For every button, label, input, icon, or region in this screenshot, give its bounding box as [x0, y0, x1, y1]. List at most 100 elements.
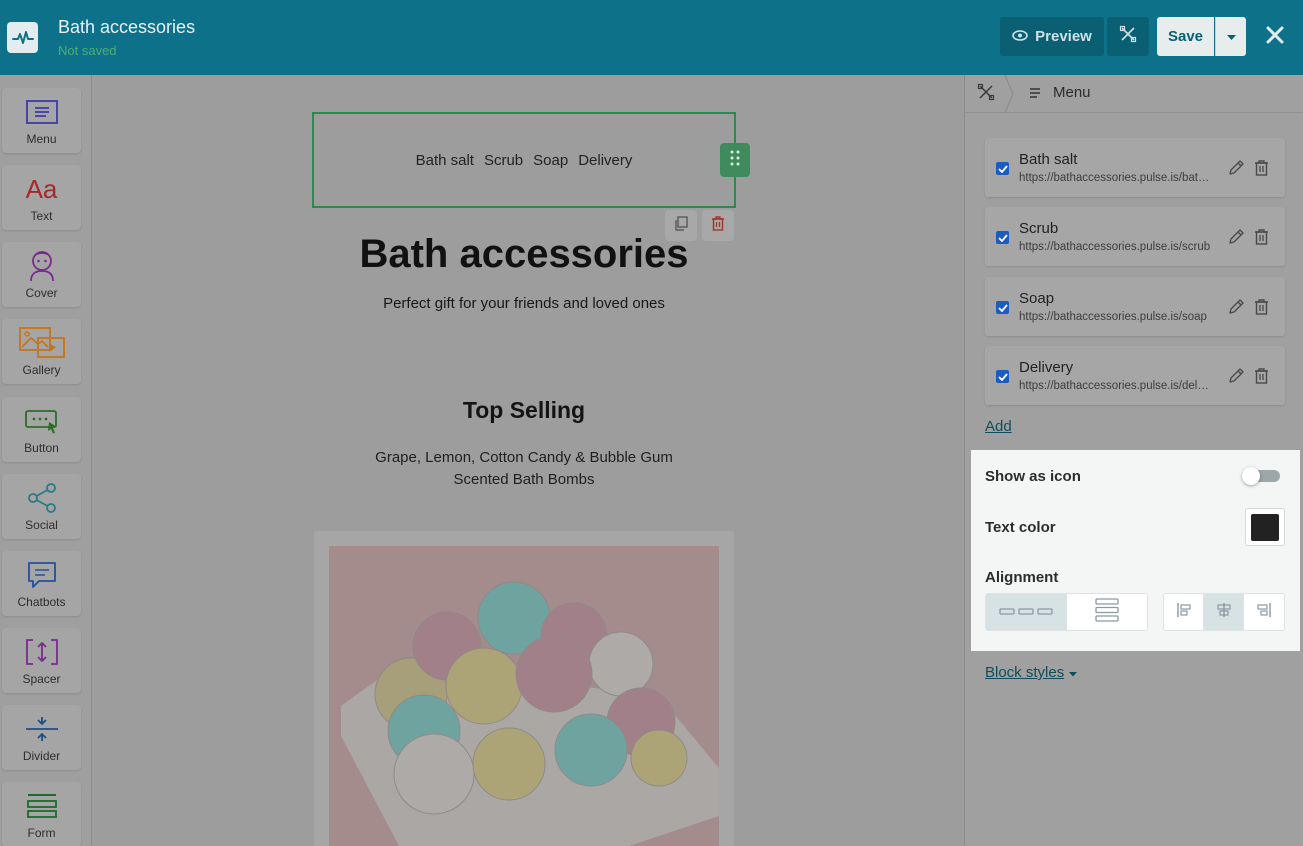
add-menu-item-link[interactable]: Add — [985, 418, 1012, 435]
horizontal-layout-icon — [999, 603, 1053, 621]
text-color-label: Text color — [985, 519, 1056, 536]
block-social-label: Social — [25, 518, 58, 532]
block-styles-label: Block styles — [985, 664, 1065, 681]
block-menu[interactable]: Menu — [2, 88, 81, 153]
save-button[interactable]: Save — [1157, 17, 1214, 56]
preview-button[interactable]: Preview — [1000, 17, 1104, 56]
block-form[interactable]: Form — [2, 782, 81, 846]
item-visible-checkbox[interactable] — [996, 301, 1009, 314]
block-social[interactable]: Social — [2, 474, 81, 539]
item-url: https://bathaccessories.pulse.is/scrub — [1019, 241, 1211, 253]
text-icon: Aa — [25, 173, 58, 204]
social-icon — [2, 482, 81, 514]
grip-dots-icon — [730, 150, 740, 171]
trash-icon[interactable] — [1253, 159, 1270, 176]
page-title: Bath accessories — [58, 17, 196, 37]
item-name: Delivery — [1019, 359, 1074, 376]
pencil-icon[interactable] — [1228, 298, 1245, 315]
align-left-button[interactable] — [1163, 593, 1204, 631]
item-visible-checkbox[interactable] — [996, 231, 1009, 244]
pencil-icon[interactable] — [1228, 159, 1245, 176]
align-center-button[interactable] — [1203, 593, 1244, 631]
menu-item-row: Bath salt https://bathaccessories.pulse.… — [985, 138, 1285, 197]
block-cover-label: Cover — [25, 286, 58, 300]
item-name: Scrub — [1019, 220, 1059, 237]
block-form-label: Form — [27, 826, 56, 840]
ruler-pencil-icon — [977, 83, 995, 106]
menu-block-selected[interactable]: Bath salt Scrub Soap Delivery — [312, 112, 736, 208]
preview-label: Preview — [1035, 28, 1092, 45]
block-cover[interactable]: Cover — [2, 242, 81, 307]
close-button[interactable] — [1260, 22, 1290, 52]
section-description-line: Grape, Lemon, Cotton Candy & Bubble Gum — [375, 449, 673, 466]
block-chatbots[interactable]: Chatbots — [2, 551, 81, 616]
block-text-label: Text — [30, 209, 53, 223]
item-name: Bath salt — [1019, 151, 1078, 168]
menu-item-row: Scrub https://bathaccessories.pulse.is/s… — [985, 207, 1285, 266]
text-color-picker[interactable] — [1245, 508, 1285, 546]
design-tools-button[interactable] — [1107, 17, 1149, 56]
block-spacer[interactable]: Spacer — [2, 628, 81, 693]
menu-link[interactable]: Scrub — [484, 152, 523, 169]
menu-link[interactable]: Bath salt — [416, 152, 474, 169]
layout-vertical-button[interactable] — [1066, 593, 1148, 631]
trash-icon[interactable] — [1253, 228, 1270, 245]
cover-icon — [2, 250, 81, 282]
block-button[interactable]: Button — [2, 397, 81, 462]
alignment-label: Alignment — [985, 569, 1059, 586]
section-title[interactable]: Top Selling — [312, 397, 736, 424]
section-description-line: Scented Bath Bombs — [453, 471, 595, 488]
block-styles-dropdown[interactable]: Block styles — [985, 664, 1078, 681]
divider-icon — [2, 713, 81, 745]
item-visible-checkbox[interactable] — [996, 370, 1009, 383]
spacer-icon — [2, 636, 81, 668]
gallery-icon — [2, 327, 81, 359]
block-gallery-label: Gallery — [22, 363, 61, 377]
breadcrumb-separator — [1003, 74, 1015, 114]
align-center-icon — [1216, 602, 1232, 623]
align-left-icon — [1176, 602, 1192, 623]
close-icon — [1266, 26, 1284, 49]
block-divider[interactable]: Divider — [2, 705, 81, 770]
block-chatbots-label: Chatbots — [17, 595, 66, 609]
menu-item-row: Soap https://bathaccessories.pulse.is/so… — [985, 277, 1285, 336]
text-color-swatch — [1251, 513, 1279, 541]
breadcrumb-design-tools[interactable] — [975, 83, 997, 105]
block-gallery[interactable]: Gallery — [2, 319, 81, 384]
page-heading[interactable]: Bath accessories — [312, 232, 736, 277]
pencil-icon[interactable] — [1228, 367, 1245, 384]
item-url: https://bathaccessories.pulse.is/soap — [1019, 311, 1207, 323]
trash-icon[interactable] — [1253, 298, 1270, 315]
menu-lines-icon — [1027, 85, 1043, 101]
pencil-icon[interactable] — [1228, 228, 1245, 245]
eye-icon — [1012, 28, 1028, 45]
trash-icon[interactable] — [1253, 367, 1270, 384]
item-visible-checkbox[interactable] — [996, 162, 1009, 175]
block-button-label: Button — [24, 441, 59, 455]
drag-handle[interactable] — [720, 143, 750, 177]
block-spacer-label: Spacer — [22, 672, 61, 686]
section-description[interactable]: Grape, Lemon, Cotton Candy & Bubble Gum … — [312, 447, 736, 491]
save-options-dropdown[interactable] — [1215, 17, 1246, 56]
align-right-icon — [1256, 602, 1272, 623]
menu-link[interactable]: Delivery — [578, 152, 632, 169]
block-menu-label: Menu — [26, 132, 57, 146]
menu-item-row: Delivery https://bathaccessories.pulse.i… — [985, 346, 1285, 405]
item-name: Soap — [1019, 290, 1055, 307]
button-icon — [2, 405, 81, 437]
bath-bombs-photo — [329, 546, 719, 846]
item-url: https://bathaccessories.pulse.is/bath-sa… — [1019, 172, 1211, 184]
block-text[interactable]: Aa Text — [2, 165, 81, 230]
block-divider-label: Divider — [22, 749, 61, 763]
layout-horizontal-button[interactable] — [985, 593, 1067, 631]
align-right-button[interactable] — [1243, 593, 1285, 631]
breadcrumb-current: Menu — [1053, 84, 1091, 101]
show-as-icon-toggle[interactable] — [1242, 467, 1280, 485]
item-url: https://bathaccessories.pulse.is/deliver… — [1019, 380, 1211, 392]
save-status: Not saved — [58, 43, 117, 58]
chatbots-icon — [2, 559, 81, 591]
vertical-layout-icon — [1095, 597, 1119, 627]
menu-link[interactable]: Soap — [533, 152, 568, 169]
pulse-logo-icon[interactable] — [7, 22, 38, 53]
page-tagline[interactable]: Perfect gift for your friends and loved … — [312, 295, 736, 312]
